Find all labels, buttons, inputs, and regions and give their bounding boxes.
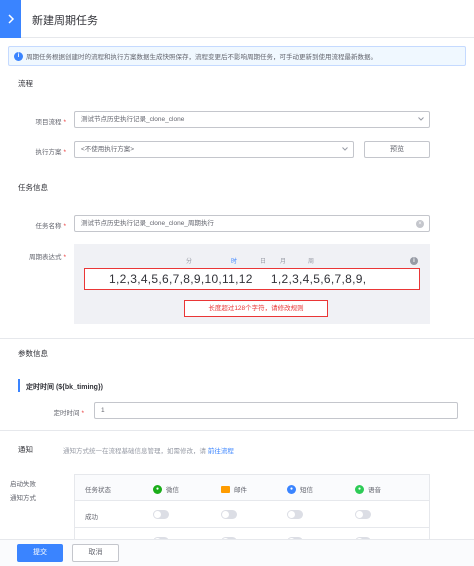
col-mail: 邮件 [221,484,247,494]
info-alert: i 周期任务根据创建时的流程和执行方案数据生成快照保存，流程变更后不影响周期任务… [8,46,466,66]
info-icon: i [14,51,23,61]
cron-unit-minute: 分 [186,259,193,265]
cron-units: 分 时 日 月 周 [74,256,430,266]
params-section-title: 参数信息 [18,349,48,358]
mail-icon [221,485,230,493]
task-info-section-title: 任务信息 [18,183,48,192]
preview-button[interactable]: 预览 [364,141,430,158]
chevron-down-icon [418,117,424,121]
col-sms: ● 短信 [287,484,313,494]
row-status: 成功 [85,514,98,521]
task-name-input[interactable]: 测试节点历史执行记录_clone_clone_周期执行 × [74,215,430,232]
notify-method-label-line2: 通知方式 [10,495,36,502]
cron-label: 周期表达式 * [28,254,66,261]
notify-method-label-line1: 启动失败 [10,481,36,488]
exec-plan-select[interactable]: <不使用执行方案> [74,141,354,158]
table-row: 成功 [75,502,429,528]
cron-error-message: 长度超过128个字符，请修改规则 [184,300,328,317]
cancel-button[interactable]: 取消 [72,544,119,562]
page-title: 新建周期任务 [32,15,98,27]
mail-toggle[interactable] [221,510,237,519]
notify-method-label: 启动失败 通知方式 [10,478,56,502]
notice-section-title: 通知 [18,445,33,454]
divider [0,338,474,339]
timing-group-title: 定时时间 (${bk_timing}) [26,384,104,391]
exec-plan-label: 执行方案 * [35,149,66,156]
col-mail-label: 邮件 [234,487,247,494]
notice-hint-text: 通知方式统一在流程基础信息管理，如需修改，请 [63,448,206,455]
project-flow-select[interactable]: 测试节点历史执行记录_clone_clone [74,111,430,128]
timing-label: 定时时间 * [53,410,84,417]
submit-button[interactable]: 提交 [17,544,63,562]
sms-toggle[interactable] [287,510,303,519]
col-wechat-label: 微信 [166,487,179,494]
info-text: 周期任务根据创建时的流程和执行方案数据生成快照保存，流程变更后不影响周期任务，可… [26,54,377,61]
new-periodic-task-page: 新建周期任务 i 周期任务根据创建时的流程和执行方案数据生成快照保存，流程变更后… [0,0,474,566]
task-name-label: 任务名称 * [35,223,66,230]
cron-unit-week: 周 [308,259,315,265]
exec-plan-value: <不使用执行方案> [81,146,135,153]
col-sms-label: 短信 [300,487,313,494]
divider [0,430,474,431]
phone-icon: ● [355,484,364,494]
wechat-toggle[interactable] [153,510,169,519]
cron-unit-hour: 时 [231,259,238,265]
page-header: 新建周期任务 [0,0,474,38]
col-voice: ● 语音 [355,484,381,494]
cron-unit-month: 月 [280,259,287,265]
project-flow-label: 项目流程 * [35,119,66,126]
cron-editor: 分 时 日 月 周 i 1,2,3,4,5,6,7,8,9,10,11,12 1… [74,244,430,324]
col-wechat: ● 微信 [153,484,179,494]
timing-input[interactable]: 1 [94,402,458,419]
col-status: 任务状态 [85,487,111,494]
chevron-right-icon [7,14,14,24]
notice-hint: 通知方式统一在流程基础信息管理，如需修改，请 前往流程 [63,445,234,455]
voice-toggle[interactable] [355,510,371,519]
cron-input[interactable]: 1,2,3,4,5,6,7,8,9,10,11,12 1,2,3,4,5,6,7… [84,268,420,290]
chevron-down-icon [342,147,348,151]
footer-bar: 提交 取消 [0,539,474,566]
table-header: 任务状态 ● 微信 邮件 ● 短信 ● 语音 [75,475,429,501]
clear-icon[interactable]: × [416,220,424,228]
project-flow-value: 测试节点历史执行记录_clone_clone [81,116,185,123]
wechat-icon: ● [153,484,162,494]
back-button[interactable] [0,0,21,38]
go-to-flow-link[interactable]: 前往流程 [208,448,234,455]
sms-icon: ● [287,484,296,494]
task-name-value: 测试节点历史执行记录_clone_clone_周期执行 [81,220,214,227]
col-voice-label: 语音 [368,487,381,494]
cron-unit-day: 日 [260,259,267,265]
flow-section-title: 流程 [18,79,33,88]
help-icon[interactable]: i [410,257,418,265]
